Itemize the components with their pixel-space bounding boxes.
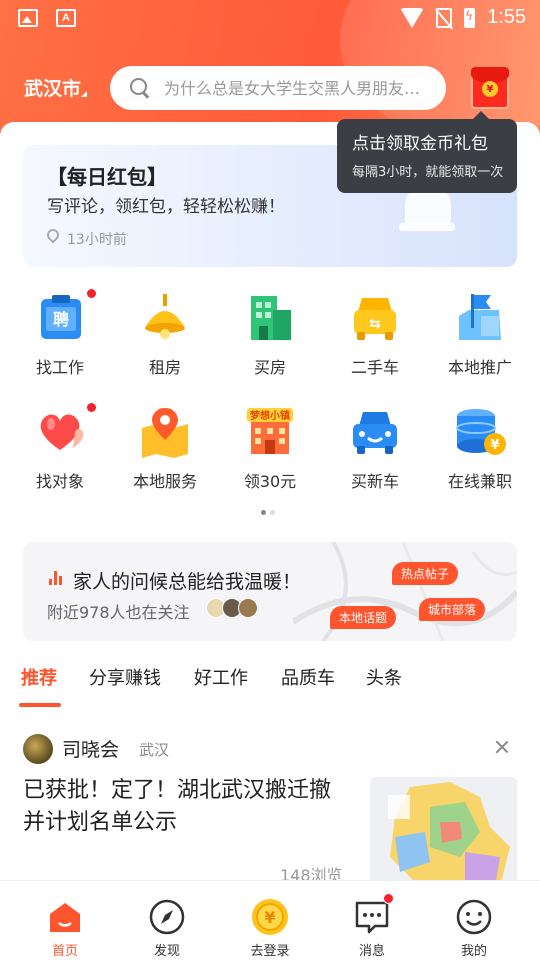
family-card-subtitle: 附近978人也在关注: [47, 603, 190, 622]
search-input[interactable]: [164, 78, 426, 98]
grid-item-dating[interactable]: 找对象: [8, 402, 112, 492]
gallery-icon: [18, 9, 38, 27]
feed-tabs: 推荐 分享赚钱 好工作 品质车 头条: [0, 664, 540, 710]
compass-icon: [148, 898, 186, 936]
tag-hot-posts[interactable]: 热点帖子: [392, 562, 459, 585]
grid-item-local-service[interactable]: 本地服务: [113, 404, 217, 492]
red-envelope-icon[interactable]: ¥: [471, 67, 509, 109]
tab-share-earn[interactable]: 分享赚钱: [89, 664, 161, 690]
nav-discover[interactable]: 发现: [113, 881, 221, 960]
svg-text:聘: 聘: [53, 310, 69, 329]
tooltip-title: 点击领取金币礼包: [352, 134, 488, 154]
avatar: [238, 598, 258, 618]
nav-home[interactable]: 首页: [11, 881, 119, 960]
feed-thumbnail[interactable]: [370, 777, 517, 887]
nav-messages[interactable]: 消息: [318, 881, 426, 960]
search-icon: [130, 78, 150, 98]
tooltip-subtitle: 每隔3小时，就能领取一次: [352, 165, 504, 180]
tag-local-topics[interactable]: 本地话题: [330, 606, 397, 629]
used-car-icon: ⇆: [348, 290, 402, 344]
notification-badge: [86, 288, 97, 299]
active-tab-indicator: [19, 703, 61, 707]
city-dropdown-icon[interactable]: [81, 91, 87, 97]
bottom-navigation: 首页 发现 ¥ 去登录 消息 我的: [0, 880, 540, 960]
tab-headlines[interactable]: 头条: [366, 664, 402, 690]
message-icon: [353, 893, 394, 936]
lamp-icon: [138, 290, 192, 344]
gold-coin-tooltip[interactable]: 点击领取金币礼包 每隔3小时，就能领取一次: [337, 111, 517, 193]
grid-item-local-promo[interactable]: 本地推广: [428, 290, 532, 378]
flag-icon: [453, 290, 507, 344]
daily-card-subtitle: 写评论，领红包，轻轻松松赚！: [47, 197, 285, 217]
daily-card-time: 13小时前: [67, 232, 127, 248]
nav-profile[interactable]: 我的: [420, 881, 528, 960]
close-icon[interactable]: [494, 739, 510, 755]
no-sim-icon: [436, 7, 453, 28]
follower-avatars: [206, 598, 258, 618]
author-location: 武汉: [139, 741, 170, 759]
svg-text:¥: ¥: [264, 908, 275, 927]
status-bar: A 1:55: [0, 0, 540, 38]
tab-good-jobs[interactable]: 好工作: [194, 664, 248, 690]
trending-icon: [49, 571, 63, 585]
svg-text:梦想小镇: 梦想小镇: [250, 409, 290, 422]
grid-item-rent[interactable]: 租房: [113, 290, 217, 378]
page-indicator: [261, 510, 275, 515]
new-car-icon: [348, 404, 402, 458]
grid-item-buy-house[interactable]: 买房: [218, 290, 322, 378]
home-icon: [46, 898, 84, 936]
feed-headline[interactable]: 已获批！定了！湖北武汉搬迁撤并计划名单公示: [23, 775, 343, 839]
tab-recommend[interactable]: 推荐: [21, 664, 57, 690]
battery-charging-icon: [464, 7, 476, 28]
tab-quality-cars[interactable]: 品质车: [281, 664, 335, 690]
heart-balloon-icon: [33, 404, 87, 458]
status-time: 1:55: [487, 6, 526, 28]
map-background: [293, 542, 517, 641]
grid-item-part-time[interactable]: ¥ 在线兼职: [428, 404, 532, 492]
nav-login[interactable]: ¥ 去登录: [216, 881, 324, 960]
font-icon: A: [56, 9, 76, 27]
author-name[interactable]: 司晓会: [62, 735, 119, 762]
family-greeting-card[interactable]: 家人的问候总能给我温暖！ 附近978人也在关注 热点帖子 本地话题 城市部落: [23, 542, 517, 641]
gold-coin-icon: ¥: [251, 898, 289, 936]
shop-icon: 梦想小镇: [243, 404, 297, 458]
job-icon: 聘: [33, 290, 87, 344]
grid-item-get-30[interactable]: 梦想小镇 领30元: [218, 404, 322, 492]
grid-item-new-car[interactable]: 买新车: [323, 404, 427, 492]
notification-badge: [383, 893, 394, 904]
grid-item-job[interactable]: 聘 找工作: [8, 288, 112, 378]
svg-text:¥: ¥: [490, 438, 499, 453]
avatar[interactable]: [23, 734, 53, 764]
wifi-icon: [400, 7, 425, 28]
svg-text:⇆: ⇆: [369, 316, 381, 332]
coin-stack-icon: ¥: [453, 404, 507, 458]
city-selector[interactable]: 武汉市: [24, 74, 81, 101]
smiley-icon: [455, 898, 493, 936]
tag-city-tribe[interactable]: 城市部落: [419, 598, 486, 621]
map-pin-icon: [138, 404, 192, 458]
search-bar[interactable]: [110, 66, 446, 110]
grid-item-used-car[interactable]: ⇆ 二手车: [323, 290, 427, 378]
family-card-title: 家人的问候总能给我温暖！: [73, 571, 302, 593]
notification-badge: [86, 402, 97, 413]
location-pin-icon: [44, 226, 62, 244]
daily-card-title: 【每日红包】: [47, 165, 167, 189]
building-icon: [243, 290, 297, 344]
